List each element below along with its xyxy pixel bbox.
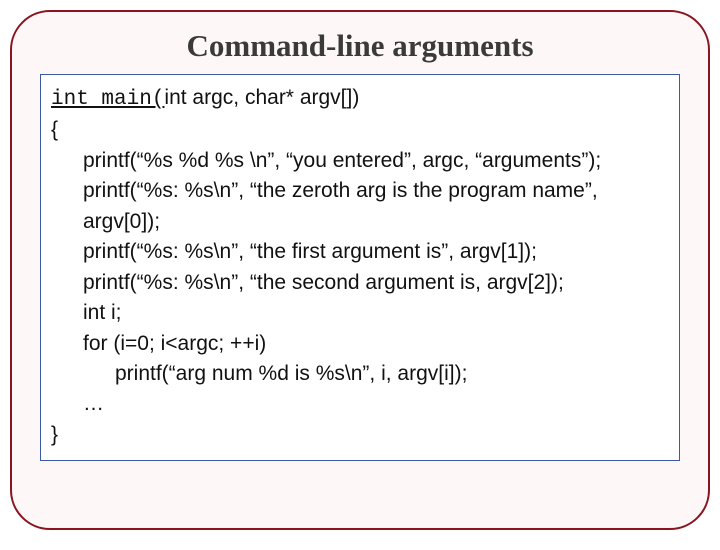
code-line: argv[0]);: [51, 207, 669, 237]
slide-title: Command-line arguments: [40, 28, 680, 64]
sig-params: int argc, char* argv[]): [164, 86, 359, 109]
code-line: printf(“%s: %s\n”, “the first argument i…: [51, 237, 669, 267]
slide-frame: Command-line arguments int main(int argc…: [10, 10, 710, 530]
code-line: …: [51, 389, 669, 419]
code-line: for (i=0; i<argc; ++i): [51, 329, 669, 359]
code-line: printf(“arg num %d is %s\n”, i, argv[i])…: [51, 359, 669, 389]
code-line: printf(“%s %d %s \n”, “you entered”, arg…: [51, 146, 669, 176]
code-line: int i;: [51, 298, 669, 328]
code-line: printf(“%s: %s\n”, “the second argument …: [51, 268, 669, 298]
code-line: printf(“%s: %s\n”, “the zeroth arg is th…: [51, 176, 669, 206]
sig-keyword: int main(: [51, 88, 164, 111]
open-brace: {: [51, 115, 669, 145]
code-box: int main(int argc, char* argv[]) { print…: [40, 74, 680, 461]
code-signature: int main(int argc, char* argv[]): [51, 83, 669, 115]
close-brace: }: [51, 420, 669, 450]
